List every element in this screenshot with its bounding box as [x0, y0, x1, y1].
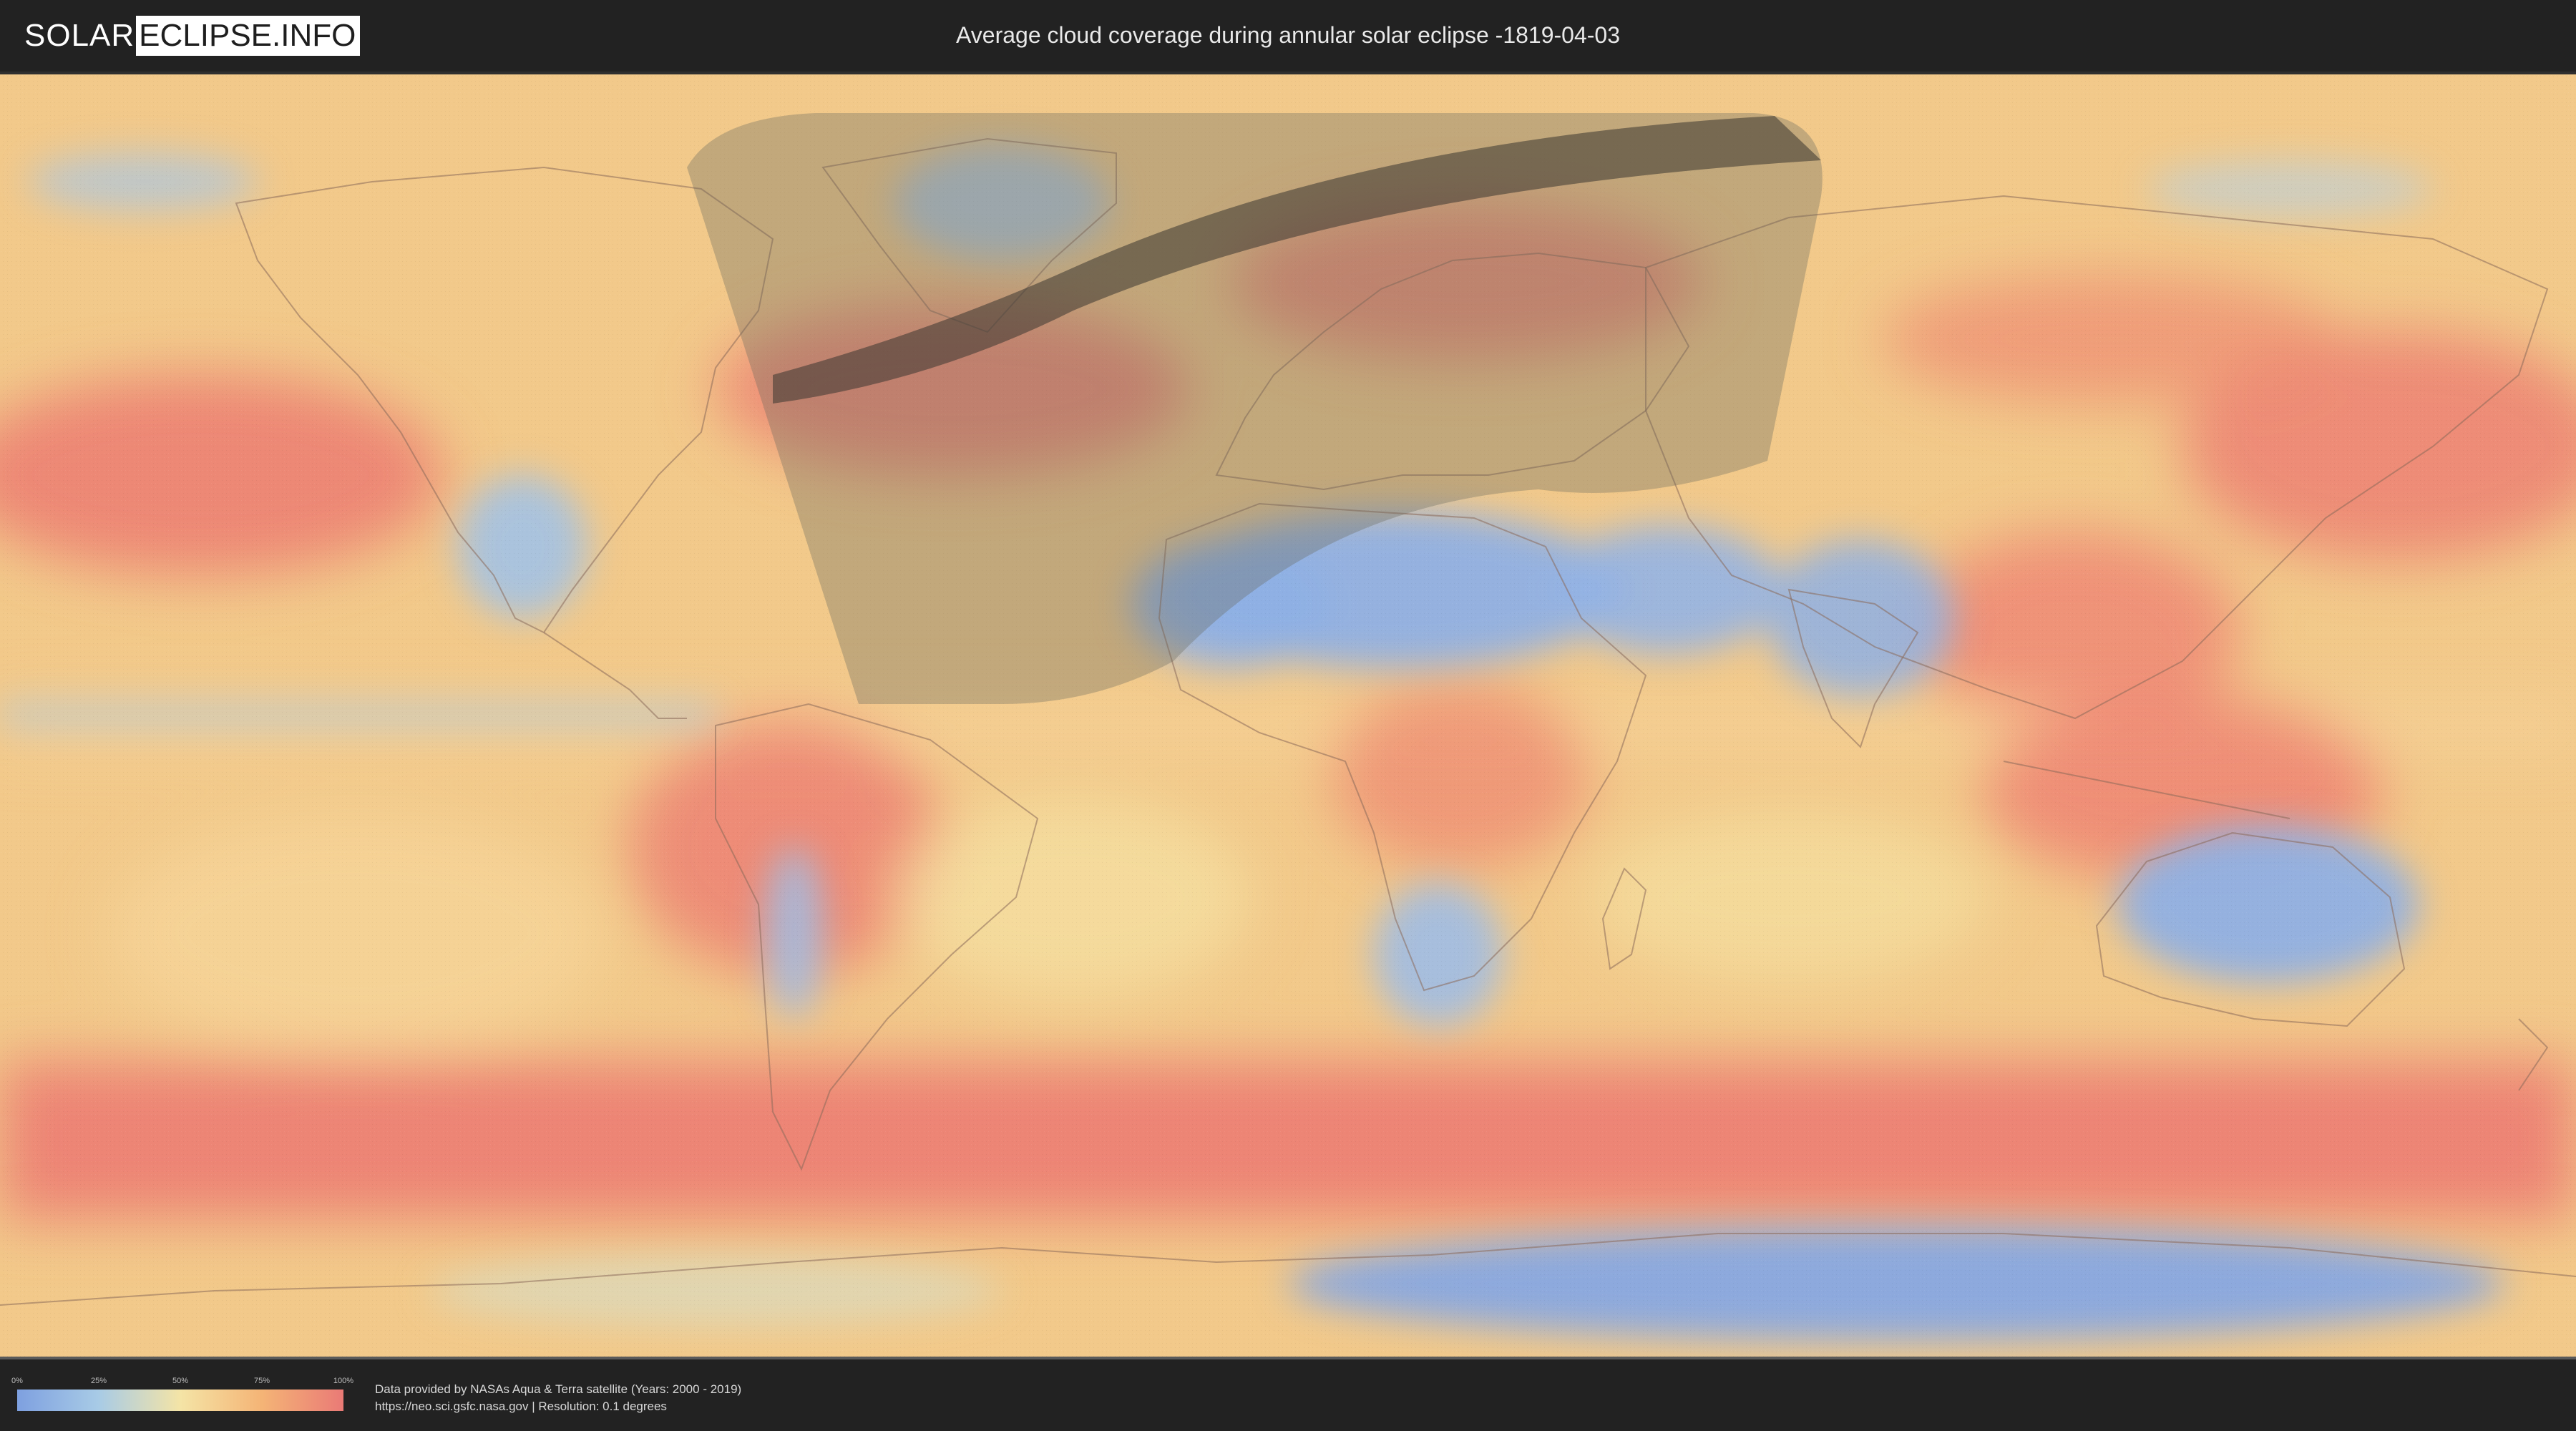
credit-line-source: Data provided by NASAs Aqua & Terra sate…: [375, 1382, 742, 1396]
footer-bar: 0% 25% 50% 75% 100% Data provided by NAS…: [0, 1357, 2576, 1431]
page-title: Average cloud coverage during annular so…: [956, 22, 1620, 48]
legend-tick-100: 100%: [333, 1377, 354, 1385]
legend-color-bar: [17, 1390, 343, 1411]
data-credit: Data provided by NASAs Aqua & Terra sate…: [375, 1381, 741, 1415]
legend-tick-0: 0%: [11, 1377, 23, 1385]
legend-tick-50: 50%: [172, 1377, 189, 1385]
legend-tick-25: 25%: [90, 1377, 107, 1385]
credit-line-url: https://neo.sci.gsfc.nasa.gov | Resoluti…: [375, 1400, 667, 1413]
header-bar: SOLAR ECLIPSE.INFO Average cloud coverag…: [0, 0, 2576, 74]
world-map-svg: [0, 74, 2576, 1357]
cloud-coverage-map[interactable]: [0, 74, 2576, 1357]
cloud-coverage-legend: 0% 25% 50% 75% 100%: [11, 1377, 353, 1420]
legend-tick-75: 75%: [253, 1377, 270, 1385]
